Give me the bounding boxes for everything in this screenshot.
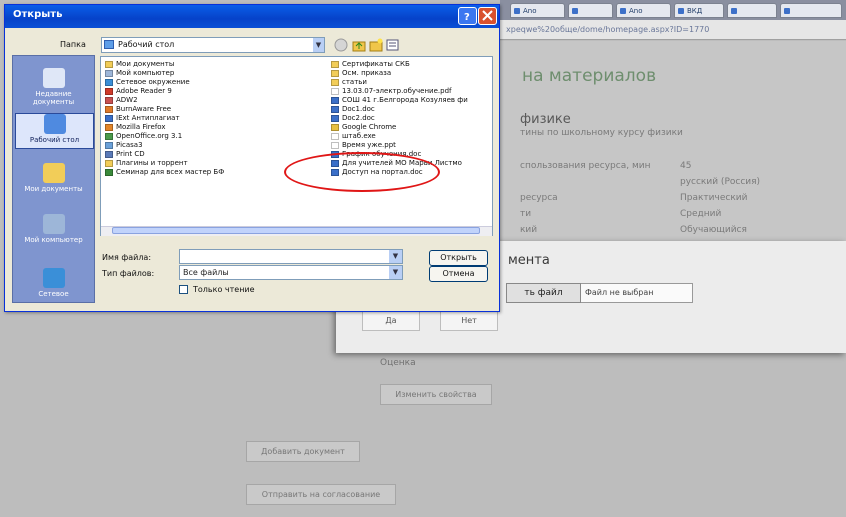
- computer-icon: [42, 214, 65, 234]
- folder-label: Папка: [60, 40, 86, 49]
- property-label: кий: [520, 225, 538, 235]
- readonly-checkbox[interactable]: [179, 285, 188, 294]
- list-item[interactable]: СОШ 41 г.Белгорода Козуляев фи: [330, 96, 468, 105]
- new-folder-icon[interactable]: [368, 37, 384, 53]
- yes-button[interactable]: Да: [362, 311, 420, 331]
- close-icon[interactable]: [478, 7, 497, 25]
- list-item[interactable]: штаб.exe: [330, 132, 376, 141]
- property-value: 45: [680, 161, 692, 171]
- send-for-approval-button[interactable]: Отправить на согласование: [246, 484, 396, 505]
- place-recent[interactable]: Недавние документы: [15, 68, 92, 106]
- svg-text:?: ?: [464, 12, 470, 23]
- place-network[interactable]: Сетевое: [15, 268, 92, 298]
- list-item[interactable]: Осм. приказа: [330, 69, 391, 78]
- list-item[interactable]: BurnAware Free: [104, 105, 171, 114]
- help-icon[interactable]: ?: [458, 7, 477, 25]
- page-title: на материалов: [522, 66, 657, 86]
- upload-panel-title: мента: [508, 253, 550, 268]
- address-bar[interactable]: xpeqwe%20обще/dome/homepage.aspx?ID=1770: [500, 20, 846, 40]
- list-item[interactable]: Doc2.doc: [330, 114, 375, 123]
- property-value: Средний: [680, 209, 722, 219]
- no-button[interactable]: Нет: [440, 311, 498, 331]
- chevron-down-icon[interactable]: ▼: [389, 266, 402, 279]
- filename-input[interactable]: [179, 249, 403, 264]
- add-document-button[interactable]: Добавить документ: [246, 441, 360, 462]
- list-item[interactable]: Picasa3: [104, 141, 143, 150]
- highlight-ellipse: [284, 152, 440, 192]
- filetype-select[interactable]: Все файлы: [179, 265, 403, 280]
- property-value: русский (Россия): [680, 177, 761, 187]
- list-item[interactable]: 13.03.07-электр.обучение.pdf: [330, 87, 452, 96]
- list-item[interactable]: статьи: [330, 78, 367, 87]
- property-value: Обучающийся: [680, 225, 747, 235]
- filetype-label: Тип файлов:: [102, 269, 155, 278]
- scrollbar-thumb[interactable]: [112, 227, 480, 234]
- browser-tab-bar: Ano Ano ВКД: [500, 0, 846, 20]
- list-item[interactable]: Семинар для всех мастер БФ: [104, 168, 224, 177]
- list-item[interactable]: Время уже.ppt: [330, 141, 396, 150]
- list-item[interactable]: Плагины и торрент: [104, 159, 188, 168]
- view-menu-icon[interactable]: [385, 37, 401, 53]
- dialog-title: Открыть: [13, 9, 63, 20]
- property-label: ти: [520, 209, 532, 219]
- list-item[interactable]: Мои документы: [104, 60, 174, 69]
- list-item[interactable]: Doc1.doc: [330, 105, 375, 114]
- list-item[interactable]: IExt Антиплагиат: [104, 114, 180, 123]
- recent-documents-icon: [42, 68, 65, 88]
- property-label: ресурса: [520, 193, 558, 203]
- rating-label: Оценка: [380, 358, 416, 368]
- list-item[interactable]: Mozilla Firefox: [104, 123, 166, 132]
- up-folder-icon[interactable]: [351, 37, 367, 53]
- open-button[interactable]: Открыть: [429, 250, 488, 266]
- list-item[interactable]: Сетевое окружение: [104, 78, 190, 87]
- browser-tab[interactable]: [780, 3, 842, 18]
- filename-label: Имя файла:: [102, 253, 152, 262]
- browser-tab[interactable]: [727, 3, 777, 18]
- folder-combo[interactable]: Рабочий стол: [101, 37, 325, 53]
- network-icon: [42, 268, 65, 288]
- chevron-down-icon[interactable]: ▼: [389, 250, 402, 263]
- back-icon[interactable]: [333, 37, 349, 53]
- list-item[interactable]: Print CD: [104, 150, 145, 159]
- browser-tab[interactable]: Ano: [510, 3, 565, 18]
- list-item[interactable]: Сертификаты СКБ: [330, 60, 410, 69]
- place-my-documents[interactable]: Мои документы: [15, 163, 92, 193]
- place-desktop[interactable]: Рабочий стол: [15, 113, 94, 149]
- list-item[interactable]: Мой компьютер: [104, 69, 174, 78]
- readonly-label: Только чтение: [193, 285, 255, 294]
- choose-file-button[interactable]: ть файл: [506, 283, 581, 303]
- place-my-computer[interactable]: Мой компьютер: [15, 214, 92, 244]
- chevron-down-icon[interactable]: ▼: [313, 38, 324, 52]
- dialog-titlebar[interactable]: [5, 5, 499, 28]
- list-item[interactable]: Google Chrome: [330, 123, 396, 132]
- property-label: спользования ресурса, мин: [520, 161, 651, 171]
- property-value: Практический: [680, 193, 748, 203]
- browser-tab[interactable]: Ano: [616, 3, 671, 18]
- desktop-icon: [43, 114, 66, 134]
- list-item[interactable]: Adobe Reader 9: [104, 87, 172, 96]
- section-title: физике: [520, 112, 571, 127]
- folder-icon: [42, 163, 65, 183]
- places-bar: Недавние документы Рабочий стол Мои доку…: [12, 55, 95, 303]
- section-description: тины по школьному курсу физики: [520, 128, 683, 138]
- desktop-icon: [104, 40, 114, 49]
- browser-tab[interactable]: [568, 3, 613, 18]
- no-file-label: Файл не выбран: [581, 283, 693, 303]
- cancel-button[interactable]: Отмена: [429, 266, 488, 282]
- list-item[interactable]: OpenOffice.org 3.1: [104, 132, 182, 141]
- edit-properties-button[interactable]: Изменить свойства: [380, 384, 492, 405]
- list-item[interactable]: ADW2: [104, 96, 138, 105]
- file-list: Мои документы Мой компьютер Сетевое окру…: [100, 56, 493, 236]
- browser-tab[interactable]: ВКД: [674, 3, 724, 18]
